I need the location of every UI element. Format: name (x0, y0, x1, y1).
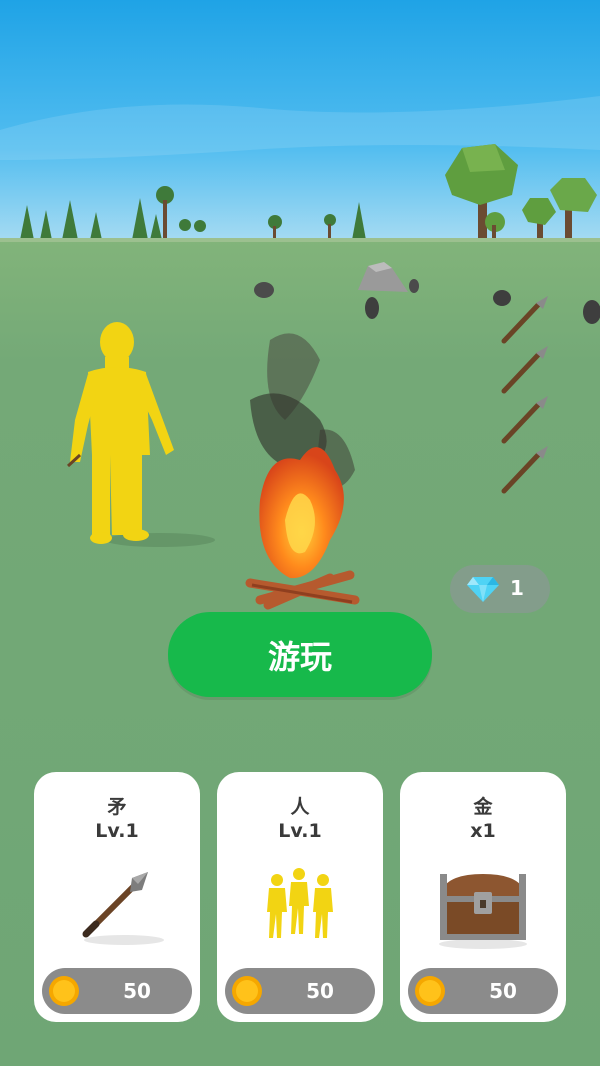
upgrade-card-gold[interactable]: 金 x1 50 (400, 772, 566, 1022)
card-title: 人 (290, 796, 310, 818)
price-label: 50 (306, 979, 334, 1003)
diamond-icon (467, 577, 499, 602)
card-level: x1 (470, 820, 496, 842)
card-title: 矛 (107, 796, 127, 818)
card-level: Lv.1 (278, 820, 322, 842)
coin-icon (232, 976, 262, 1006)
gem-counter (450, 565, 550, 613)
coin-icon (415, 976, 445, 1006)
treasure-chest-icon (439, 874, 527, 949)
buy-gold-button[interactable]: 50 (408, 968, 558, 1014)
coin-icon (49, 976, 79, 1006)
buy-people-button[interactable]: 50 (225, 968, 375, 1014)
price-label: 50 (123, 979, 151, 1003)
upgrade-card-people[interactable]: 人 Lv.1 50 (217, 772, 383, 1022)
card-level: Lv.1 (95, 820, 139, 842)
price-label: 50 (489, 979, 517, 1003)
three-people-icon (267, 868, 333, 938)
play-button[interactable]: 游玩 (168, 612, 432, 697)
buy-spear-button[interactable]: 50 (42, 968, 192, 1014)
card-title: 金 (473, 796, 493, 818)
spear-icon (82, 872, 164, 945)
upgrade-card-spear[interactable]: 矛 Lv.1 50 (34, 772, 200, 1022)
gem-count: 1 (510, 576, 524, 600)
